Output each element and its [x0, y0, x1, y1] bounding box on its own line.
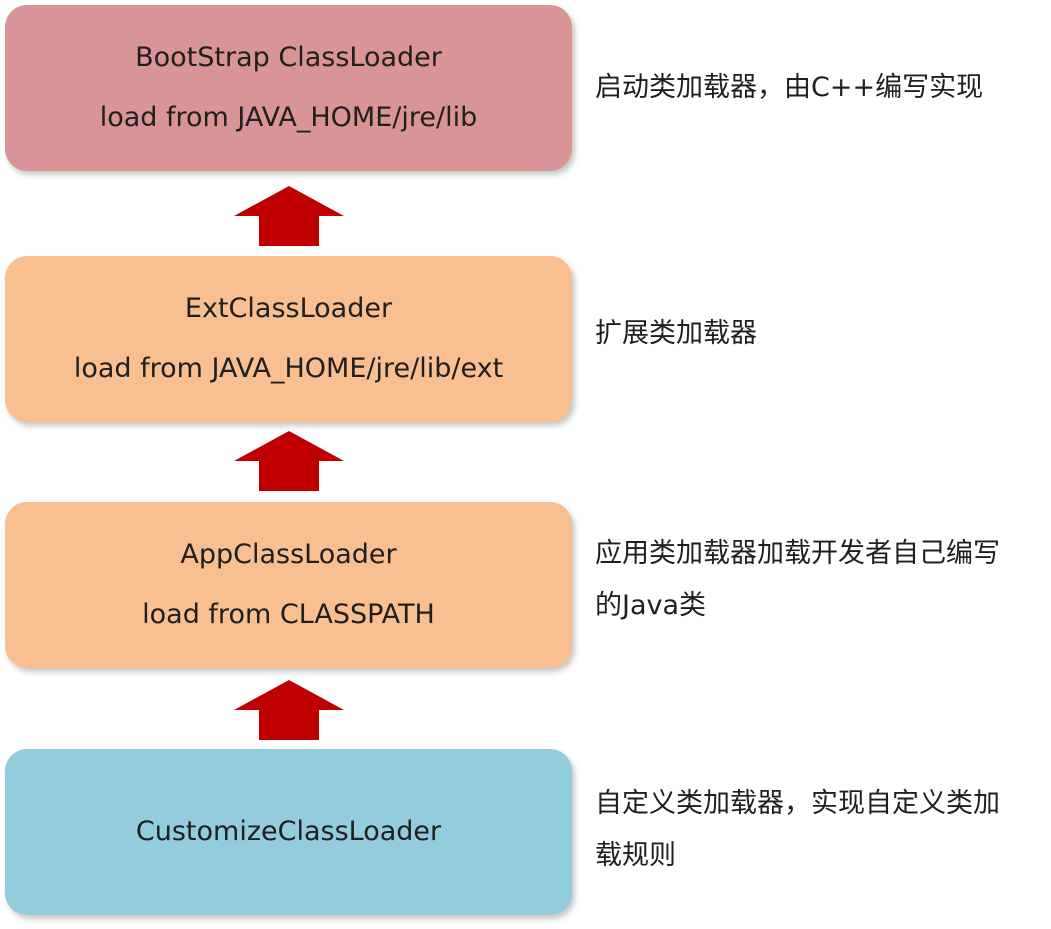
ext-classloader-name: ExtClassLoader [184, 293, 393, 324]
bootstrap-description-line: 启动类加载器，由C++编写实现 [595, 72, 984, 103]
customize-description: 自定义类加载器，实现自定义类加 载规则 [595, 778, 1040, 882]
bootstrap-classloader-box: BootStrap ClassLoader load from JAVA_HOM… [5, 5, 572, 171]
app-description-line-2: 的Java类 [595, 590, 707, 621]
customize-classloader-box: CustomizeClassLoader [5, 749, 572, 915]
ext-description-line: 扩展类加载器 [595, 318, 757, 349]
ext-classloader-box: ExtClassLoader load from JAVA_HOME/jre/l… [5, 256, 572, 422]
arrow-up-icon [234, 186, 344, 246]
ext-classloader-path: load from JAVA_HOME/jre/lib/ext [73, 353, 504, 384]
bootstrap-classloader-path: load from JAVA_HOME/jre/lib [99, 102, 478, 133]
arrow-up-icon [234, 431, 344, 491]
customize-description-line-1: 自定义类加载器，实现自定义类加 [595, 788, 1000, 819]
bootstrap-classloader-name: BootStrap ClassLoader [135, 42, 442, 73]
app-classloader-name: AppClassLoader [180, 539, 397, 570]
app-description-line-1: 应用类加载器加载开发者自己编写 [595, 538, 1000, 569]
ext-description: 扩展类加载器 [595, 308, 1040, 360]
app-classloader-box: AppClassLoader load from CLASSPATH [5, 502, 572, 668]
app-classloader-path: load from CLASSPATH [142, 599, 435, 630]
customize-classloader-name: CustomizeClassLoader [135, 816, 442, 847]
app-description: 应用类加载器加载开发者自己编写 的Java类 [595, 528, 1040, 632]
customize-description-line-2: 载规则 [595, 840, 676, 871]
bootstrap-description: 启动类加载器，由C++编写实现 [595, 62, 1040, 114]
arrow-up-icon [234, 680, 344, 740]
